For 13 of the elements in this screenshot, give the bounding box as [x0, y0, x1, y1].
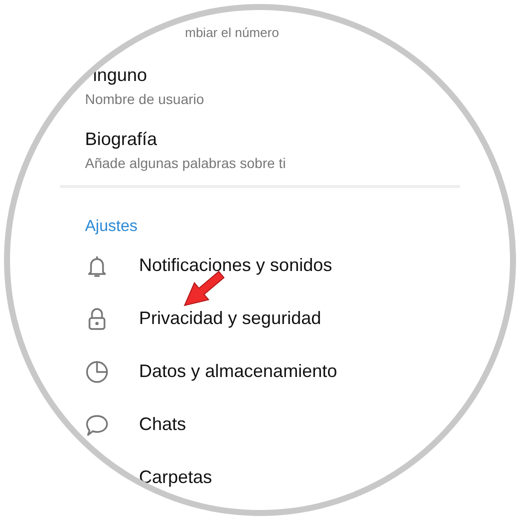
profile-value[interactable]: Biografía — [85, 128, 158, 150]
settings-item[interactable]: Notificaciones y sonidos — [139, 255, 332, 276]
phone-hint: mbiar el número — [185, 25, 279, 41]
settings-item[interactable]: Datos y almacenamiento — [139, 361, 338, 382]
settings-item[interactable]: Carpetas — [139, 467, 212, 488]
pointer-arrow — [184, 270, 225, 306]
settings-item[interactable]: Privacidad y seguridad — [139, 308, 322, 329]
pie-icon — [84, 358, 110, 384]
profile-value[interactable]: inguno — [93, 64, 148, 86]
profile-label: Nombre de usuario — [85, 90, 204, 108]
settings-item[interactable]: Chats — [139, 414, 186, 435]
section-title: Ajustes — [85, 217, 138, 237]
profile-label: Añade algunas palabras sobre ti — [85, 154, 286, 172]
